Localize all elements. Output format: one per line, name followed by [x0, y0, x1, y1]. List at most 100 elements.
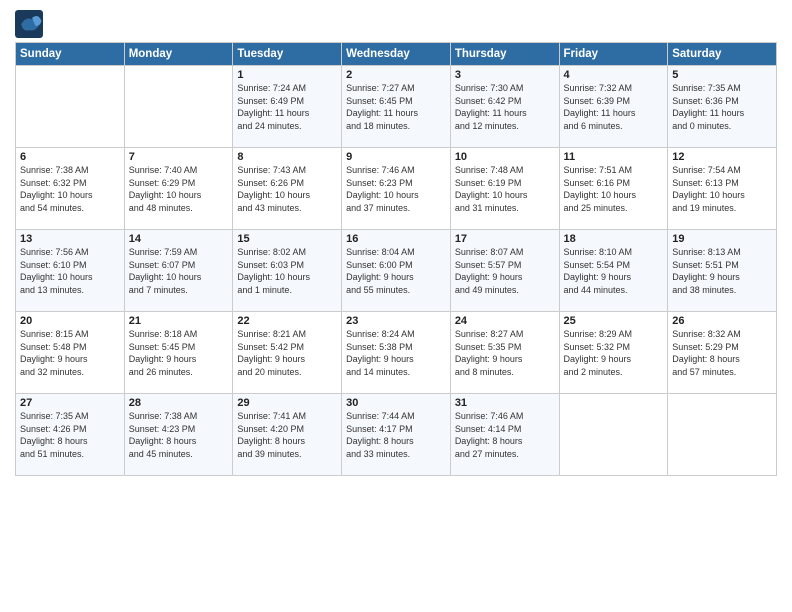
- day-info: Sunrise: 8:21 AM Sunset: 5:42 PM Dayligh…: [237, 328, 337, 378]
- day-number: 21: [129, 315, 229, 327]
- day-number: 1: [237, 69, 337, 81]
- day-info: Sunrise: 7:35 AM Sunset: 4:26 PM Dayligh…: [20, 410, 120, 460]
- week-row-3: 20Sunrise: 8:15 AM Sunset: 5:48 PM Dayli…: [16, 312, 777, 394]
- day-cell: 15Sunrise: 8:02 AM Sunset: 6:03 PM Dayli…: [233, 230, 342, 312]
- day-number: 16: [346, 233, 446, 245]
- day-number: 12: [672, 151, 772, 163]
- day-cell: 14Sunrise: 7:59 AM Sunset: 6:07 PM Dayli…: [124, 230, 233, 312]
- day-cell: [124, 66, 233, 148]
- day-cell: 27Sunrise: 7:35 AM Sunset: 4:26 PM Dayli…: [16, 394, 125, 476]
- day-info: Sunrise: 8:18 AM Sunset: 5:45 PM Dayligh…: [129, 328, 229, 378]
- logo-icon: [15, 10, 43, 38]
- day-cell: 12Sunrise: 7:54 AM Sunset: 6:13 PM Dayli…: [668, 148, 777, 230]
- header-saturday: Saturday: [668, 43, 777, 66]
- day-number: 9: [346, 151, 446, 163]
- day-number: 29: [237, 397, 337, 409]
- day-cell: 23Sunrise: 8:24 AM Sunset: 5:38 PM Dayli…: [342, 312, 451, 394]
- day-number: 7: [129, 151, 229, 163]
- day-info: Sunrise: 7:44 AM Sunset: 4:17 PM Dayligh…: [346, 410, 446, 460]
- day-info: Sunrise: 8:27 AM Sunset: 5:35 PM Dayligh…: [455, 328, 555, 378]
- day-cell: 11Sunrise: 7:51 AM Sunset: 6:16 PM Dayli…: [559, 148, 668, 230]
- day-number: 14: [129, 233, 229, 245]
- logo: [15, 10, 47, 38]
- day-info: Sunrise: 8:32 AM Sunset: 5:29 PM Dayligh…: [672, 328, 772, 378]
- day-cell: 17Sunrise: 8:07 AM Sunset: 5:57 PM Dayli…: [450, 230, 559, 312]
- day-number: 8: [237, 151, 337, 163]
- day-number: 11: [564, 151, 664, 163]
- day-cell: 13Sunrise: 7:56 AM Sunset: 6:10 PM Dayli…: [16, 230, 125, 312]
- day-cell: 30Sunrise: 7:44 AM Sunset: 4:17 PM Dayli…: [342, 394, 451, 476]
- week-row-0: 1Sunrise: 7:24 AM Sunset: 6:49 PM Daylig…: [16, 66, 777, 148]
- header-tuesday: Tuesday: [233, 43, 342, 66]
- header-wednesday: Wednesday: [342, 43, 451, 66]
- day-cell: 9Sunrise: 7:46 AM Sunset: 6:23 PM Daylig…: [342, 148, 451, 230]
- header-monday: Monday: [124, 43, 233, 66]
- week-row-1: 6Sunrise: 7:38 AM Sunset: 6:32 PM Daylig…: [16, 148, 777, 230]
- day-cell: 6Sunrise: 7:38 AM Sunset: 6:32 PM Daylig…: [16, 148, 125, 230]
- day-number: 17: [455, 233, 555, 245]
- day-number: 23: [346, 315, 446, 327]
- day-info: Sunrise: 7:59 AM Sunset: 6:07 PM Dayligh…: [129, 246, 229, 296]
- day-cell: 20Sunrise: 8:15 AM Sunset: 5:48 PM Dayli…: [16, 312, 125, 394]
- day-info: Sunrise: 8:04 AM Sunset: 6:00 PM Dayligh…: [346, 246, 446, 296]
- day-info: Sunrise: 8:24 AM Sunset: 5:38 PM Dayligh…: [346, 328, 446, 378]
- day-cell: 29Sunrise: 7:41 AM Sunset: 4:20 PM Dayli…: [233, 394, 342, 476]
- day-cell: 8Sunrise: 7:43 AM Sunset: 6:26 PM Daylig…: [233, 148, 342, 230]
- day-cell: 16Sunrise: 8:04 AM Sunset: 6:00 PM Dayli…: [342, 230, 451, 312]
- day-number: 5: [672, 69, 772, 81]
- day-number: 31: [455, 397, 555, 409]
- day-info: Sunrise: 7:54 AM Sunset: 6:13 PM Dayligh…: [672, 164, 772, 214]
- header-sunday: Sunday: [16, 43, 125, 66]
- day-cell: 25Sunrise: 8:29 AM Sunset: 5:32 PM Dayli…: [559, 312, 668, 394]
- header: [15, 10, 777, 38]
- day-info: Sunrise: 8:10 AM Sunset: 5:54 PM Dayligh…: [564, 246, 664, 296]
- day-info: Sunrise: 7:40 AM Sunset: 6:29 PM Dayligh…: [129, 164, 229, 214]
- day-cell: 18Sunrise: 8:10 AM Sunset: 5:54 PM Dayli…: [559, 230, 668, 312]
- day-info: Sunrise: 8:29 AM Sunset: 5:32 PM Dayligh…: [564, 328, 664, 378]
- day-info: Sunrise: 8:02 AM Sunset: 6:03 PM Dayligh…: [237, 246, 337, 296]
- day-cell: 1Sunrise: 7:24 AM Sunset: 6:49 PM Daylig…: [233, 66, 342, 148]
- day-cell: 10Sunrise: 7:48 AM Sunset: 6:19 PM Dayli…: [450, 148, 559, 230]
- header-row: SundayMondayTuesdayWednesdayThursdayFrid…: [16, 43, 777, 66]
- day-info: Sunrise: 7:32 AM Sunset: 6:39 PM Dayligh…: [564, 82, 664, 132]
- day-cell: [559, 394, 668, 476]
- week-row-2: 13Sunrise: 7:56 AM Sunset: 6:10 PM Dayli…: [16, 230, 777, 312]
- day-info: Sunrise: 7:38 AM Sunset: 4:23 PM Dayligh…: [129, 410, 229, 460]
- week-row-4: 27Sunrise: 7:35 AM Sunset: 4:26 PM Dayli…: [16, 394, 777, 476]
- day-number: 18: [564, 233, 664, 245]
- day-number: 24: [455, 315, 555, 327]
- day-number: 19: [672, 233, 772, 245]
- day-number: 30: [346, 397, 446, 409]
- day-cell: [668, 394, 777, 476]
- header-thursday: Thursday: [450, 43, 559, 66]
- day-info: Sunrise: 7:24 AM Sunset: 6:49 PM Dayligh…: [237, 82, 337, 132]
- day-number: 26: [672, 315, 772, 327]
- day-cell: [16, 66, 125, 148]
- day-number: 2: [346, 69, 446, 81]
- day-info: Sunrise: 8:07 AM Sunset: 5:57 PM Dayligh…: [455, 246, 555, 296]
- day-number: 15: [237, 233, 337, 245]
- day-info: Sunrise: 7:38 AM Sunset: 6:32 PM Dayligh…: [20, 164, 120, 214]
- day-cell: 24Sunrise: 8:27 AM Sunset: 5:35 PM Dayli…: [450, 312, 559, 394]
- day-info: Sunrise: 7:46 AM Sunset: 6:23 PM Dayligh…: [346, 164, 446, 214]
- day-number: 20: [20, 315, 120, 327]
- day-cell: 28Sunrise: 7:38 AM Sunset: 4:23 PM Dayli…: [124, 394, 233, 476]
- day-number: 4: [564, 69, 664, 81]
- day-number: 27: [20, 397, 120, 409]
- day-cell: 5Sunrise: 7:35 AM Sunset: 6:36 PM Daylig…: [668, 66, 777, 148]
- day-cell: 26Sunrise: 8:32 AM Sunset: 5:29 PM Dayli…: [668, 312, 777, 394]
- day-info: Sunrise: 7:48 AM Sunset: 6:19 PM Dayligh…: [455, 164, 555, 214]
- day-cell: 4Sunrise: 7:32 AM Sunset: 6:39 PM Daylig…: [559, 66, 668, 148]
- day-info: Sunrise: 7:51 AM Sunset: 6:16 PM Dayligh…: [564, 164, 664, 214]
- day-info: Sunrise: 7:30 AM Sunset: 6:42 PM Dayligh…: [455, 82, 555, 132]
- day-cell: 7Sunrise: 7:40 AM Sunset: 6:29 PM Daylig…: [124, 148, 233, 230]
- day-cell: 22Sunrise: 8:21 AM Sunset: 5:42 PM Dayli…: [233, 312, 342, 394]
- day-info: Sunrise: 7:43 AM Sunset: 6:26 PM Dayligh…: [237, 164, 337, 214]
- day-number: 28: [129, 397, 229, 409]
- day-number: 13: [20, 233, 120, 245]
- day-number: 25: [564, 315, 664, 327]
- day-info: Sunrise: 8:15 AM Sunset: 5:48 PM Dayligh…: [20, 328, 120, 378]
- header-friday: Friday: [559, 43, 668, 66]
- day-number: 10: [455, 151, 555, 163]
- day-info: Sunrise: 8:13 AM Sunset: 5:51 PM Dayligh…: [672, 246, 772, 296]
